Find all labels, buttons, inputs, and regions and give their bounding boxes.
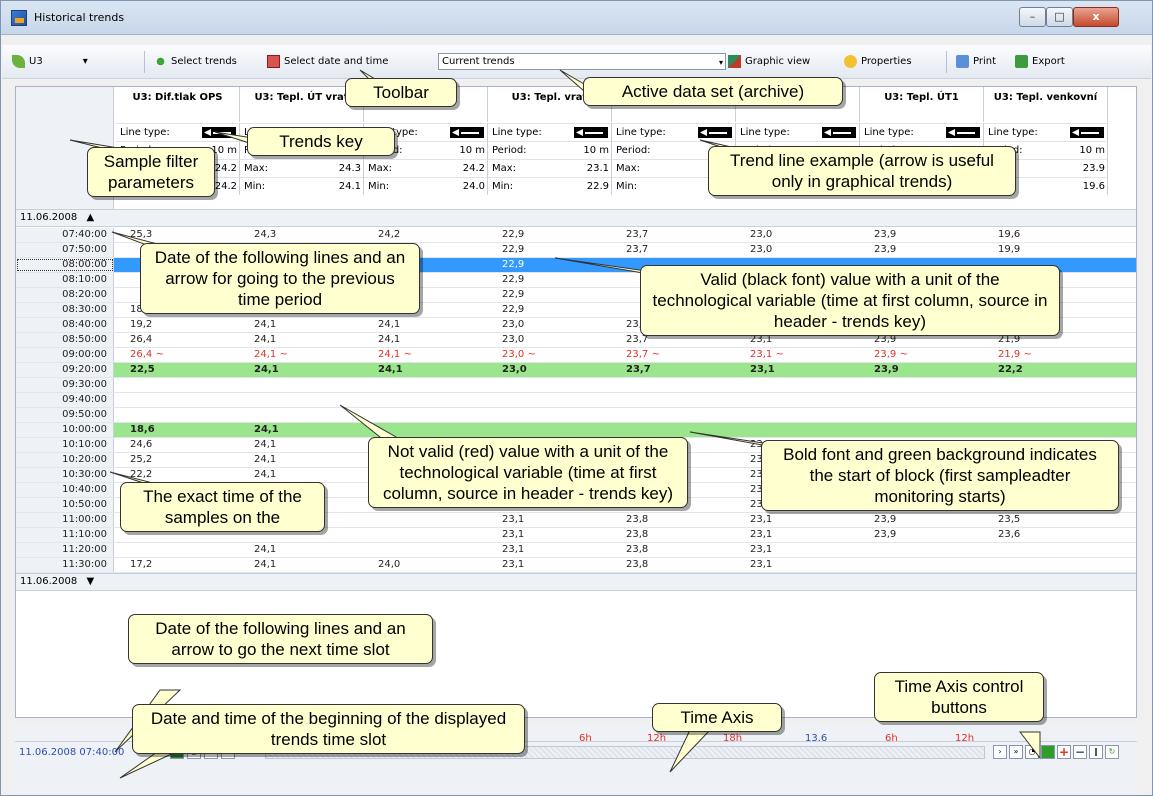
callout-start-datetime: Date and time of the beginning of the di… [132,704,525,754]
callout-toolbar: Toolbar [345,78,457,107]
callout-valid-value: Valid (black font) value with a unit of … [640,265,1060,336]
callout-axis-buttons: Time Axis control buttons [874,672,1044,722]
callout-date-next: Date of the following lines and an arrow… [128,614,433,664]
callout-active-dataset: Active data set (archive) [583,77,843,106]
callout-line-example: Trend line example (arrow is useful only… [708,146,1016,196]
callout-invalid-value: Not valid (red) value with a unit of the… [368,437,688,508]
callout-block-start: Bold font and green background indicates… [761,440,1119,511]
callout-exact-time: The exact time of the samples on the [120,482,325,532]
pointer-axis-buttons [1018,731,1041,760]
callout-sample-filter: Sample filter parameters [87,147,215,197]
pointer-time-axis [669,729,712,773]
callout-trends-key: Trends key [247,127,395,156]
callout-date-prev: Date of the following lines and an arrow… [140,243,420,314]
pointer-start-datetime [119,749,181,779]
callout-time-axis: Time Axis [652,703,782,732]
